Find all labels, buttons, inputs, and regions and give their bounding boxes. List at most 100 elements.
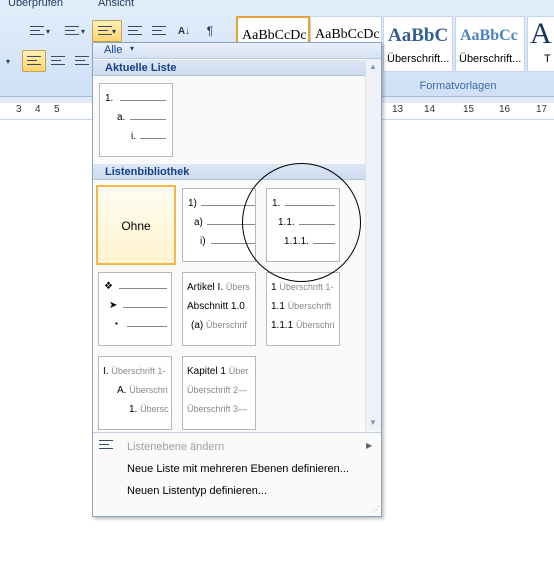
list-level-2: a) <box>194 217 203 228</box>
current-list-thumb[interactable]: 1. a. i. <box>99 83 173 157</box>
list-line <box>285 205 335 206</box>
style-name: T <box>544 53 551 65</box>
list-decimal-thumb[interactable]: 1. 1.1. 1.1.1. <box>266 188 340 262</box>
tab-ansicht[interactable]: Ansicht <box>98 0 134 9</box>
sort-az-icon: A↓ <box>177 25 191 37</box>
list-none-thumb[interactable]: Ohne <box>96 185 176 265</box>
gallery-menu: Listenebene ändern ▶ Neue Liste mit mehr… <box>93 433 381 513</box>
list-level-2: Überschrift 2— <box>187 385 248 395</box>
multilevel-list-icon <box>97 25 112 37</box>
list-paren-thumb[interactable]: 1) a) i) <box>182 188 256 262</box>
square-bullet-icon: ▪ <box>115 319 118 328</box>
section-current-list: Aktuelle Liste <box>93 60 365 76</box>
style-name: Überschrift... <box>387 53 450 65</box>
ribbon-chevron[interactable]: ▾ <box>0 50 16 72</box>
menu-define-multilevel-list[interactable]: Neue Liste mit mehreren Ebenen definiere… <box>127 463 349 475</box>
show-marks-button[interactable]: ¶ <box>198 20 222 42</box>
multilevel-list-gallery: Alle ▾ Aktuelle Liste 1. a. i. Listenbib… <box>92 42 382 517</box>
style-heading-1[interactable]: AaBbC Überschrift... <box>383 16 453 72</box>
list-level-3: 1. Übersc <box>129 404 169 415</box>
ruler-number: 4 <box>35 104 41 115</box>
list-line <box>299 224 335 225</box>
scroll-down-icon[interactable]: ▼ <box>369 418 377 427</box>
ruler-number: 14 <box>424 104 436 115</box>
list-article-thumb[interactable]: Artikel I. Übers Abschnitt 1.0 (a) Übers… <box>182 272 256 346</box>
ruler-number: 13 <box>392 104 404 115</box>
ruler-number: 16 <box>499 104 511 115</box>
align-center-button[interactable] <box>46 50 70 72</box>
menu-define-list-style[interactable]: Neuen Listentyp definieren... <box>127 485 267 497</box>
style-title[interactable]: A T <box>527 16 554 72</box>
list-line <box>127 326 167 327</box>
list-level-2: 1.1. <box>278 217 295 228</box>
list-level-3: Überschrift 3— <box>187 404 248 414</box>
bullets-button[interactable]: ▾ <box>22 20 58 42</box>
align-right-button[interactable] <box>70 50 94 72</box>
numbering-button[interactable]: ▾ <box>58 20 92 42</box>
list-level-3: i) <box>200 236 206 247</box>
style-heading-2[interactable]: AaBbCc Überschrift... <box>455 16 525 72</box>
gallery-filter[interactable]: Alle ▾ <box>93 43 381 59</box>
gallery-scrollbar[interactable]: ▲ ▼ <box>365 59 381 431</box>
list-heading-roman-thumb[interactable]: I. Überschrift 1- A. Überschri 1. Übersc <box>98 356 172 430</box>
list-level-2: a. <box>117 112 126 123</box>
list-level-3: (a) Überschrif <box>191 320 248 331</box>
list-line <box>140 138 166 139</box>
list-level-1: Artikel I. Übers <box>187 282 250 293</box>
chevron-down-icon: ▾ <box>130 44 135 53</box>
bullet-list-icon <box>29 25 44 37</box>
list-level-1: 1) <box>188 198 197 209</box>
list-level-1: 1 Überschrift 1- <box>271 282 334 293</box>
decrease-indent-icon <box>128 25 142 37</box>
list-line <box>119 288 167 289</box>
list-heading-decimal-thumb[interactable]: 1 Überschrift 1- 1.1 Überschrift 1.1.1 Ü… <box>266 272 340 346</box>
list-line <box>201 205 255 206</box>
list-level-3: 1.1.1. <box>284 236 310 247</box>
style-sample: AaBbCc <box>460 27 518 44</box>
align-left-icon <box>27 55 41 67</box>
list-level-2: 1.1 Überschrift <box>271 301 332 312</box>
list-bullets-thumb[interactable]: ❖ ➤ ▪ <box>98 272 172 346</box>
menu-change-list-level[interactable]: Listenebene ändern <box>127 441 224 453</box>
list-level-1: Kapitel 1 Über <box>187 366 249 377</box>
list-level-2: Abschnitt 1.0 <box>187 301 245 312</box>
increase-indent-button[interactable] <box>148 20 170 42</box>
list-line <box>130 119 166 120</box>
diamond-bullet-icon: ❖ <box>104 281 113 292</box>
chevron-down-icon: ▾ <box>80 26 85 36</box>
filter-label: Alle <box>104 44 123 56</box>
list-line <box>313 243 335 244</box>
list-line <box>211 243 255 244</box>
group-label-styles: Formatvorlagen <box>419 80 497 92</box>
scroll-up-icon[interactable]: ▲ <box>369 62 377 71</box>
submenu-arrow-icon: ▶ <box>366 441 373 450</box>
increase-indent-icon <box>152 25 166 37</box>
list-level-2: A. Überschri <box>117 385 168 396</box>
list-chapter-thumb[interactable]: Kapitel 1 Über Überschrift 2— Überschrif… <box>182 356 256 430</box>
chevron-down-icon: ▾ <box>45 26 50 36</box>
align-left-button[interactable] <box>22 50 46 72</box>
style-sample: A <box>530 17 552 50</box>
numbered-list-icon <box>64 25 79 37</box>
style-sample: AaBbCcDc <box>315 27 380 42</box>
style-sample: AaBbC <box>388 25 449 46</box>
multilevel-list-button[interactable]: ▾ <box>92 20 122 42</box>
section-list-library: Listenbibliothek <box>93 164 365 180</box>
ruler-number: 15 <box>463 104 475 115</box>
ruler-number: 3 <box>16 104 22 115</box>
ruler-number: 5 <box>54 104 60 115</box>
tab-ueberpruefen[interactable]: Überprüfen <box>8 0 63 9</box>
sort-button[interactable]: A↓ <box>172 20 196 42</box>
resize-grip-icon[interactable]: ⋰ <box>372 505 380 514</box>
list-level-1: 1. <box>272 198 281 209</box>
list-line <box>120 100 166 101</box>
chevron-down-icon: ▾ <box>5 56 10 66</box>
arrow-bullet-icon: ➤ <box>109 300 118 311</box>
chevron-down-icon: ▾ <box>111 26 116 36</box>
align-center-icon <box>51 55 65 67</box>
list-level-3: i. <box>131 131 136 142</box>
style-name: Überschrift... <box>459 53 522 65</box>
list-line <box>207 224 255 225</box>
decrease-indent-button[interactable] <box>124 20 146 42</box>
list-level-1: 1. <box>105 93 114 104</box>
